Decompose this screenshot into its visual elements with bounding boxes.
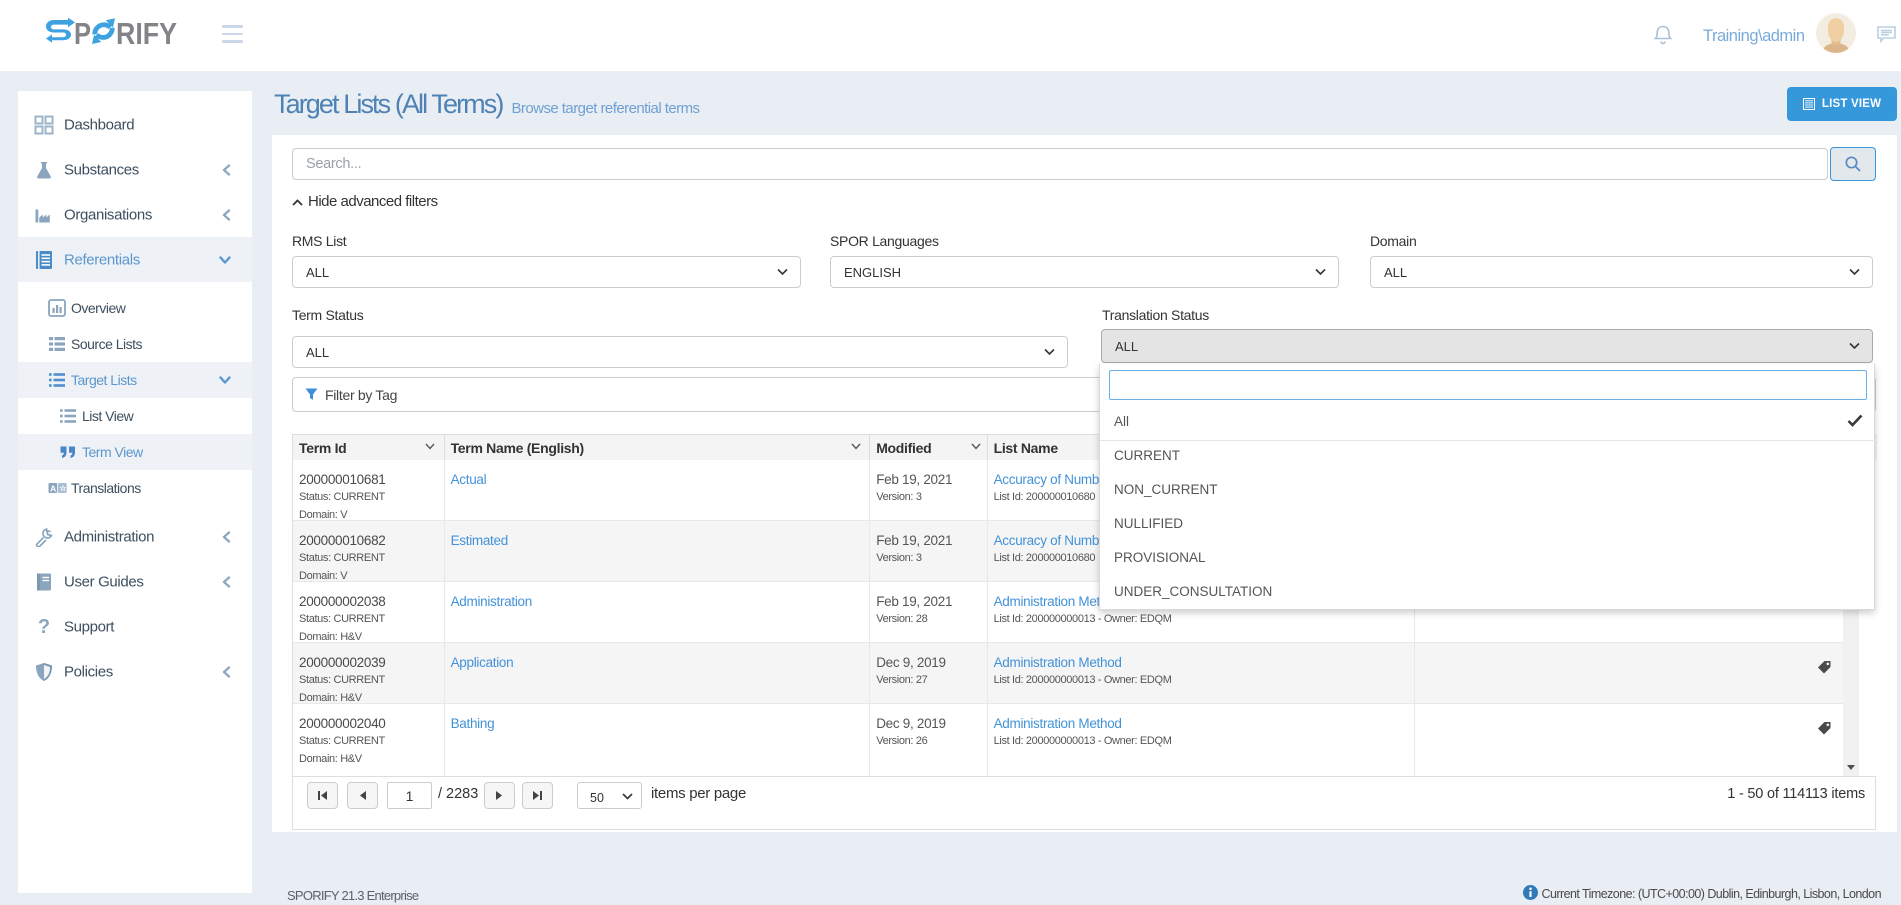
svg-text:RIFY: RIFY [116, 17, 177, 49]
svg-text:☆: ☆ [59, 484, 67, 493]
svg-text:A: A [50, 483, 56, 493]
svg-text:P: P [74, 17, 91, 49]
